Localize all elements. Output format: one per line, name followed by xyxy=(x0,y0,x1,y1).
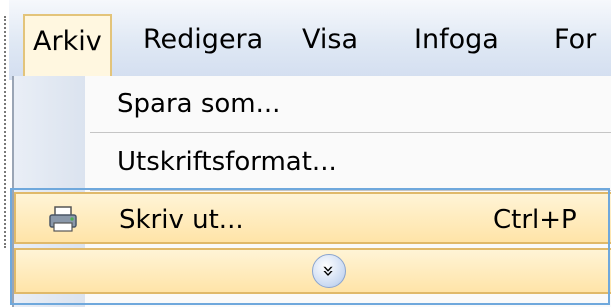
chevron-double-down-icon[interactable]: » xyxy=(312,254,346,288)
menu-item-spara-som[interactable]: Spara som... xyxy=(14,78,611,130)
menu-item-skriv-ut[interactable]: Skriv ut... Ctrl+P xyxy=(14,192,611,244)
menu-bar: Arkiv Redigera Visa Infoga For xyxy=(9,0,611,80)
menu-item-label: Spara som... xyxy=(117,89,281,119)
menu-item-label: Skriv ut... xyxy=(119,205,244,235)
printer-icon xyxy=(48,205,78,233)
menu-visa[interactable]: Visa xyxy=(302,14,358,66)
menu-item-label: Utskriftsformat... xyxy=(117,147,337,177)
menu-expand-row[interactable]: » xyxy=(14,248,611,294)
menu-redigera[interactable]: Redigera xyxy=(143,14,263,66)
shortcut-label: Ctrl+P xyxy=(493,205,577,235)
arkiv-dropdown-menu: Spara som... Utskriftsformat... Skriv ut… xyxy=(12,76,611,307)
menu-separator xyxy=(90,190,611,191)
menu-format-truncated[interactable]: For xyxy=(554,14,596,66)
menu-separator xyxy=(90,132,611,133)
menu-item-utskriftsformat[interactable]: Utskriftsformat... xyxy=(14,136,611,188)
menu-infoga[interactable]: Infoga xyxy=(414,14,499,66)
menu-arkiv[interactable]: Arkiv xyxy=(23,14,112,76)
